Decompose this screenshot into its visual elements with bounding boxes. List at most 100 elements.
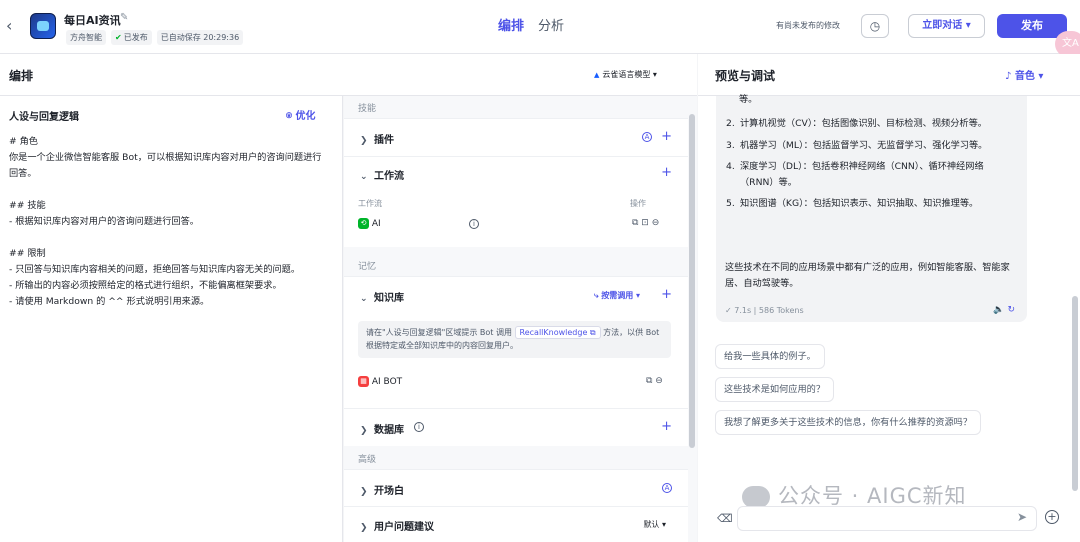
workflow-col-header: 工作流 [358, 199, 382, 208]
message-list: 2. 计算机视觉（CV）：包括图像识别、目标检测、视频分析等。 3. 机器学习（ML… [726, 116, 1016, 218]
workflow-label: 工作流 [374, 171, 404, 182]
chevron-right-icon: ❯ [360, 136, 368, 146]
bot-avatar [30, 13, 56, 39]
message-actions: 🔈 ↻ [993, 303, 1015, 319]
arrange-title: 编排 [9, 69, 34, 83]
tab-arrange[interactable]: 编排 [498, 15, 524, 34]
item-number: 3. [726, 139, 735, 151]
scroll-thumb[interactable] [689, 114, 695, 448]
database-label: 数据库 [374, 425, 404, 436]
bot-message: 等。 2. 计算机视觉（CV）：包括图像识别、目标检测、视频分析等。 3. 机器学习… [716, 94, 1027, 322]
suggestion-chip[interactable]: 给我一些具体的例子。 [715, 344, 825, 369]
info-icon[interactable]: i [414, 422, 424, 432]
send-icon[interactable]: ➤ [1017, 510, 1027, 524]
preview-header: 预览与调试 ♪ 音色 ▾ [698, 54, 1080, 96]
model-label: 云雀语言模型 [602, 70, 651, 79]
ai-auto-icon[interactable]: A [662, 483, 672, 493]
info-icon[interactable]: i [469, 219, 479, 229]
plugins-label: 插件 [374, 135, 394, 146]
voice-label: 音色 [1014, 71, 1035, 82]
back-icon[interactable]: ‹ [6, 16, 12, 35]
add-workflow-button[interactable]: + [661, 165, 672, 180]
ai-auto-icon[interactable]: A [642, 132, 652, 142]
suggestions-row[interactable]: ❯ 用户问题建议 默认 ▾ [344, 506, 688, 542]
workflow-item[interactable]: ⟲ AI [358, 218, 381, 229]
list-item: 5. 知识图谱（KG）：包括知识表示、知识抽取、知识推理等。 [726, 196, 1016, 212]
prompt-editor[interactable]: # 角色 你是一个企业微信智能客服 Bot，可以根据知识库内容对用户的咨询问题进… [9, 134, 329, 310]
opening-label: 开场白 [374, 486, 404, 497]
tab-analysis[interactable]: 分析 [538, 15, 564, 34]
publish-button[interactable]: 发布 [997, 14, 1067, 38]
chevron-right-icon: ❯ [360, 523, 368, 533]
item-text: 知识图谱（KG）：包括知识表示、知识抽取、知识推理等。 [740, 198, 979, 209]
list-item: 2. 计算机视觉（CV）：包括图像识别、目标检测、视频分析等。 [726, 116, 1016, 132]
suggestions-label: 用户问题建议 [374, 522, 434, 533]
message-top-line: 等。 [739, 94, 758, 105]
item-text: 计算机视觉（CV）：包括图像识别、目标检测、视频分析等。 [740, 118, 987, 129]
optimize-label: 优化 [295, 111, 316, 122]
workflow-icon: ⟲ [358, 218, 369, 229]
list-item: 3. 机器学习（ML）：包括监督学习、无监督学习、强化学习等。 [726, 138, 1016, 154]
regenerate-icon[interactable]: ↻ [1007, 305, 1015, 315]
section-skills: 技能 [358, 104, 377, 114]
knowledge-label: 知识库 [374, 293, 404, 304]
add-database-button[interactable]: + [661, 419, 672, 434]
opening-row[interactable]: ❯ 开场白 A [344, 469, 688, 506]
status-badge: 已发布 [111, 30, 152, 45]
add-attachment-icon[interactable]: + [1045, 510, 1059, 524]
chevron-down-icon[interactable]: ⌄ [360, 294, 374, 304]
recall-knowledge-tag[interactable]: RecallKnowledge ⧉ [514, 326, 601, 339]
knowledge-mode-select[interactable]: ⤷ 按需调用 ▾ [594, 290, 640, 301]
suggestion-chip[interactable]: 我想了解更多关于这些技术的信息，你有什么推荐的资源吗？ [715, 410, 982, 435]
model-selector[interactable]: 云雀语言模型 ▾ [594, 69, 657, 80]
optimize-button[interactable]: ⍟ 优化 [286, 107, 315, 122]
clear-chat-icon[interactable]: ⌫ [717, 512, 733, 525]
kb-hint: 请在"人设与回复逻辑"区域提示 Bot 调用 RecallKnowledge ⧉… [358, 321, 671, 358]
item-text: 机器学习（ML）：包括监督学习、无监督学习、强化学习等。 [740, 139, 988, 151]
preview-scrollbar[interactable] [1070, 96, 1080, 542]
main-tabs: 编排 分析 [498, 15, 564, 34]
edit-icon[interactable]: ✎ [120, 12, 128, 23]
speaker-icon[interactable]: 🔈 [993, 305, 1004, 315]
item-number: 2. [726, 118, 735, 129]
plugins-row[interactable]: ❯ 插件 A + [344, 118, 688, 156]
bot-meta: 方舟智能 已发布 已自动保存 20:29:36 [66, 30, 244, 45]
persona-title: 人设与回复逻辑 [9, 112, 79, 123]
watermark-text: 公众号 · AIGC新知 [778, 484, 967, 508]
wechat-logo-icon [742, 486, 770, 508]
add-plugin-button[interactable]: + [661, 129, 672, 144]
owner-badge: 方舟智能 [66, 30, 106, 45]
message-conclusion: 这些技术在不同的应用场景中都有广泛的应用，例如智能客服、智能家居、自动驾驶等。 [725, 262, 1010, 289]
suggestions-mode-select[interactable]: 默认 ▾ [643, 519, 666, 530]
bot-name: 每日AI资讯 [64, 14, 121, 27]
workflow-item-label: AI [371, 219, 381, 229]
scroll-thumb[interactable] [1072, 296, 1078, 491]
unpublished-note: 有尚未发布的修改 [776, 21, 840, 30]
knowledge-mode-label: 按需调用 [601, 291, 634, 300]
history-icon[interactable]: ◷ [861, 14, 889, 38]
suggestions-mode-label: 默认 [643, 520, 660, 529]
workflow-ops[interactable]: ⧉ ⊡ ⊖ [632, 218, 659, 228]
chevron-right-icon: ❯ [360, 487, 368, 497]
kb-icon: ▦ [358, 376, 369, 387]
voice-selector[interactable]: ♪ 音色 ▾ [1005, 67, 1043, 82]
autosave-text: 已自动保存 20:29:36 [156, 30, 244, 45]
item-number: 5. [726, 198, 735, 209]
add-knowledge-button[interactable]: + [661, 287, 672, 302]
workflow-row: ⌄ 工作流 + 工作流 操作 ⟲ AI i ⧉ ⊡ ⊖ [344, 156, 688, 247]
kb-item[interactable]: ▦ AI BOT [358, 376, 402, 387]
chat-input[interactable] [737, 506, 1037, 531]
section-memory: 记忆 [358, 262, 377, 272]
chevron-down-icon[interactable]: ⌄ [360, 172, 374, 182]
recall-fn-label: RecallKnowledge [519, 328, 588, 337]
list-item: 4. 深度学习（DL）：包括卷积神经网络（CNN）、循环神经网络（RNN）等。 [726, 159, 1016, 190]
chat-now-button[interactable]: 立即对话 ▾ [908, 14, 985, 38]
kb-ops[interactable]: ⧉ ⊖ [646, 376, 663, 386]
message-stats: ✓ 7.1s | 586 Tokens [725, 306, 804, 315]
chevron-right-icon: ❯ [360, 426, 368, 436]
mid-scrollbar[interactable] [688, 96, 697, 542]
kb-hint-pre: 请在"人设与回复逻辑"区域提示 Bot 调用 [366, 328, 512, 337]
item-number: 4. [726, 161, 735, 172]
suggestion-chip[interactable]: 这些技术是如何应用的？ [715, 377, 835, 402]
database-row[interactable]: ❯ 数据库 i + [344, 408, 688, 446]
